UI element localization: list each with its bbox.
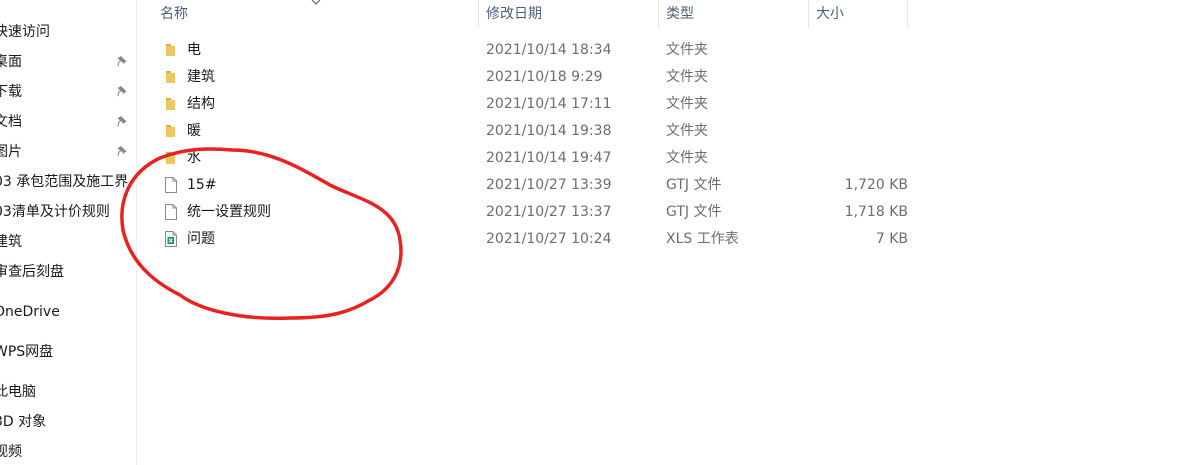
file-date: 2021/10/18 9:29: [486, 69, 603, 85]
file-date: 2021/10/27 13:37: [486, 204, 612, 220]
column-divider[interactable]: [808, 0, 809, 28]
file-type: GTJ 文件: [666, 204, 722, 220]
sidebar-item-quick-access[interactable]: 快速访问: [0, 20, 136, 44]
column-header-name[interactable]: 名称: [160, 0, 188, 28]
file-row[interactable]: 水 2021/10/14 19:47 文件夹: [137, 145, 908, 172]
file-row[interactable]: 15# 2021/10/27 13:39 GTJ 文件 1,720 KB: [137, 172, 908, 199]
file-name: 水: [187, 150, 201, 166]
sidebar-item-label: WPS网盘: [0, 344, 54, 360]
sidebar-item-videos[interactable]: 视频: [0, 440, 136, 464]
column-header-type[interactable]: 类型: [666, 0, 694, 28]
sidebar-item-label: 审查后刻盘: [0, 264, 64, 280]
file-name: 电: [187, 42, 201, 58]
file-date: 2021/10/14 17:11: [486, 96, 612, 112]
sidebar-item-documents[interactable]: 文档: [0, 110, 136, 134]
sidebar-item-architecture[interactable]: 建筑: [0, 230, 136, 254]
file-name: 暖: [187, 123, 201, 139]
file-size: 7 KB: [875, 231, 908, 247]
sidebar-item-label: 视频: [0, 444, 22, 460]
sidebar-item-3d-objects[interactable]: 3D 对象: [0, 410, 136, 434]
sidebar-item-label: 03 承包范围及施工界: [0, 174, 129, 190]
spreadsheet-icon: [165, 231, 177, 247]
file-name: 建筑: [187, 69, 215, 85]
column-header-date[interactable]: 修改日期: [486, 0, 542, 28]
file-size: 1,720 KB: [844, 177, 908, 193]
file-date: 2021/10/14 19:38: [486, 123, 612, 139]
sidebar-item-label: 快速访问: [0, 24, 50, 40]
sort-chevron-icon: [311, 0, 321, 5]
file-size: 1,718 KB: [844, 204, 908, 220]
file-row[interactable]: 统一设置规则 2021/10/27 13:37 GTJ 文件 1,718 KB: [137, 199, 908, 226]
file-row[interactable]: 建筑 2021/10/18 9:29 文件夹: [137, 64, 908, 91]
folder-icon: [166, 152, 175, 164]
sidebar-item-label: 桌面: [0, 54, 22, 70]
column-header-row: 名称 修改日期 类型 大小: [137, 0, 908, 28]
file-date: 2021/10/14 18:34: [486, 42, 612, 58]
navigation-pane: 快速访问 桌面 下载 文档 图片 03 承包范围及施工界 03清单及计价规则 建…: [0, 0, 137, 465]
sidebar-item-onedrive[interactable]: OneDrive: [0, 300, 136, 324]
sidebar-item-label: OneDrive: [0, 304, 60, 320]
file-type: 文件夹: [666, 123, 708, 139]
file-type: GTJ 文件: [666, 177, 722, 193]
sidebar-item-desktop[interactable]: 桌面: [0, 50, 136, 74]
file-row[interactable]: 暖 2021/10/14 19:38 文件夹: [137, 118, 908, 145]
file-type: 文件夹: [666, 150, 708, 166]
file-name: 结构: [187, 96, 215, 112]
column-divider[interactable]: [658, 0, 659, 28]
file-list-pane: 名称 修改日期 类型 大小 电 2021/10/14 18:34 文件夹 建筑 …: [137, 0, 1194, 465]
file-name: 15#: [187, 177, 217, 193]
file-date: 2021/10/14 19:47: [486, 150, 612, 166]
file-type: XLS 工作表: [666, 231, 739, 247]
column-divider[interactable]: [907, 0, 908, 28]
file-row[interactable]: 问题 2021/10/27 10:24 XLS 工作表 7 KB: [137, 226, 908, 253]
file-name: 统一设置规则: [187, 204, 271, 220]
file-row[interactable]: 电 2021/10/14 18:34 文件夹: [137, 37, 908, 64]
sidebar-item-reviewed-disc[interactable]: 审查后刻盘: [0, 260, 136, 284]
pin-icon[interactable]: [116, 85, 130, 99]
sidebar-item-label: 3D 对象: [0, 414, 47, 430]
folder-icon: [166, 125, 175, 137]
sidebar-item-wps-drive[interactable]: WPS网盘: [0, 340, 136, 364]
file-date: 2021/10/27 13:39: [486, 177, 612, 193]
pin-icon[interactable]: [116, 145, 130, 159]
file-explorer-window: 快速访问 桌面 下载 文档 图片 03 承包范围及施工界 03清单及计价规则 建…: [0, 0, 1194, 465]
file-date: 2021/10/27 10:24: [486, 231, 612, 247]
sidebar-item-label: 文档: [0, 114, 22, 130]
file-icon: [165, 177, 177, 193]
sidebar-item-label: 下载: [0, 84, 22, 100]
sidebar-item-pictures[interactable]: 图片: [0, 140, 136, 164]
file-type: 文件夹: [666, 42, 708, 58]
file-type: 文件夹: [666, 96, 708, 112]
sidebar-item-pricing-rules[interactable]: 03清单及计价规则: [0, 200, 136, 224]
sidebar-item-label: 03清单及计价规则: [0, 204, 110, 220]
pin-icon[interactable]: [116, 55, 130, 69]
sidebar-item-downloads[interactable]: 下载: [0, 80, 136, 104]
pin-icon[interactable]: [116, 115, 130, 129]
file-row[interactable]: 结构 2021/10/14 17:11 文件夹: [137, 91, 908, 118]
file-icon: [165, 204, 177, 220]
column-divider[interactable]: [478, 0, 479, 28]
sidebar-item-label: 此电脑: [0, 384, 36, 400]
sidebar-item-label: 图片: [0, 144, 22, 160]
folder-icon: [166, 98, 175, 110]
file-name: 问题: [187, 231, 215, 247]
folder-icon: [166, 44, 175, 56]
sidebar-item-label: 建筑: [0, 234, 22, 250]
sidebar-item-contract-scope[interactable]: 03 承包范围及施工界: [0, 170, 136, 194]
column-header-size[interactable]: 大小: [816, 0, 844, 28]
sidebar-item-this-pc[interactable]: 此电脑: [0, 380, 136, 404]
folder-icon: [166, 71, 175, 83]
file-type: 文件夹: [666, 69, 708, 85]
